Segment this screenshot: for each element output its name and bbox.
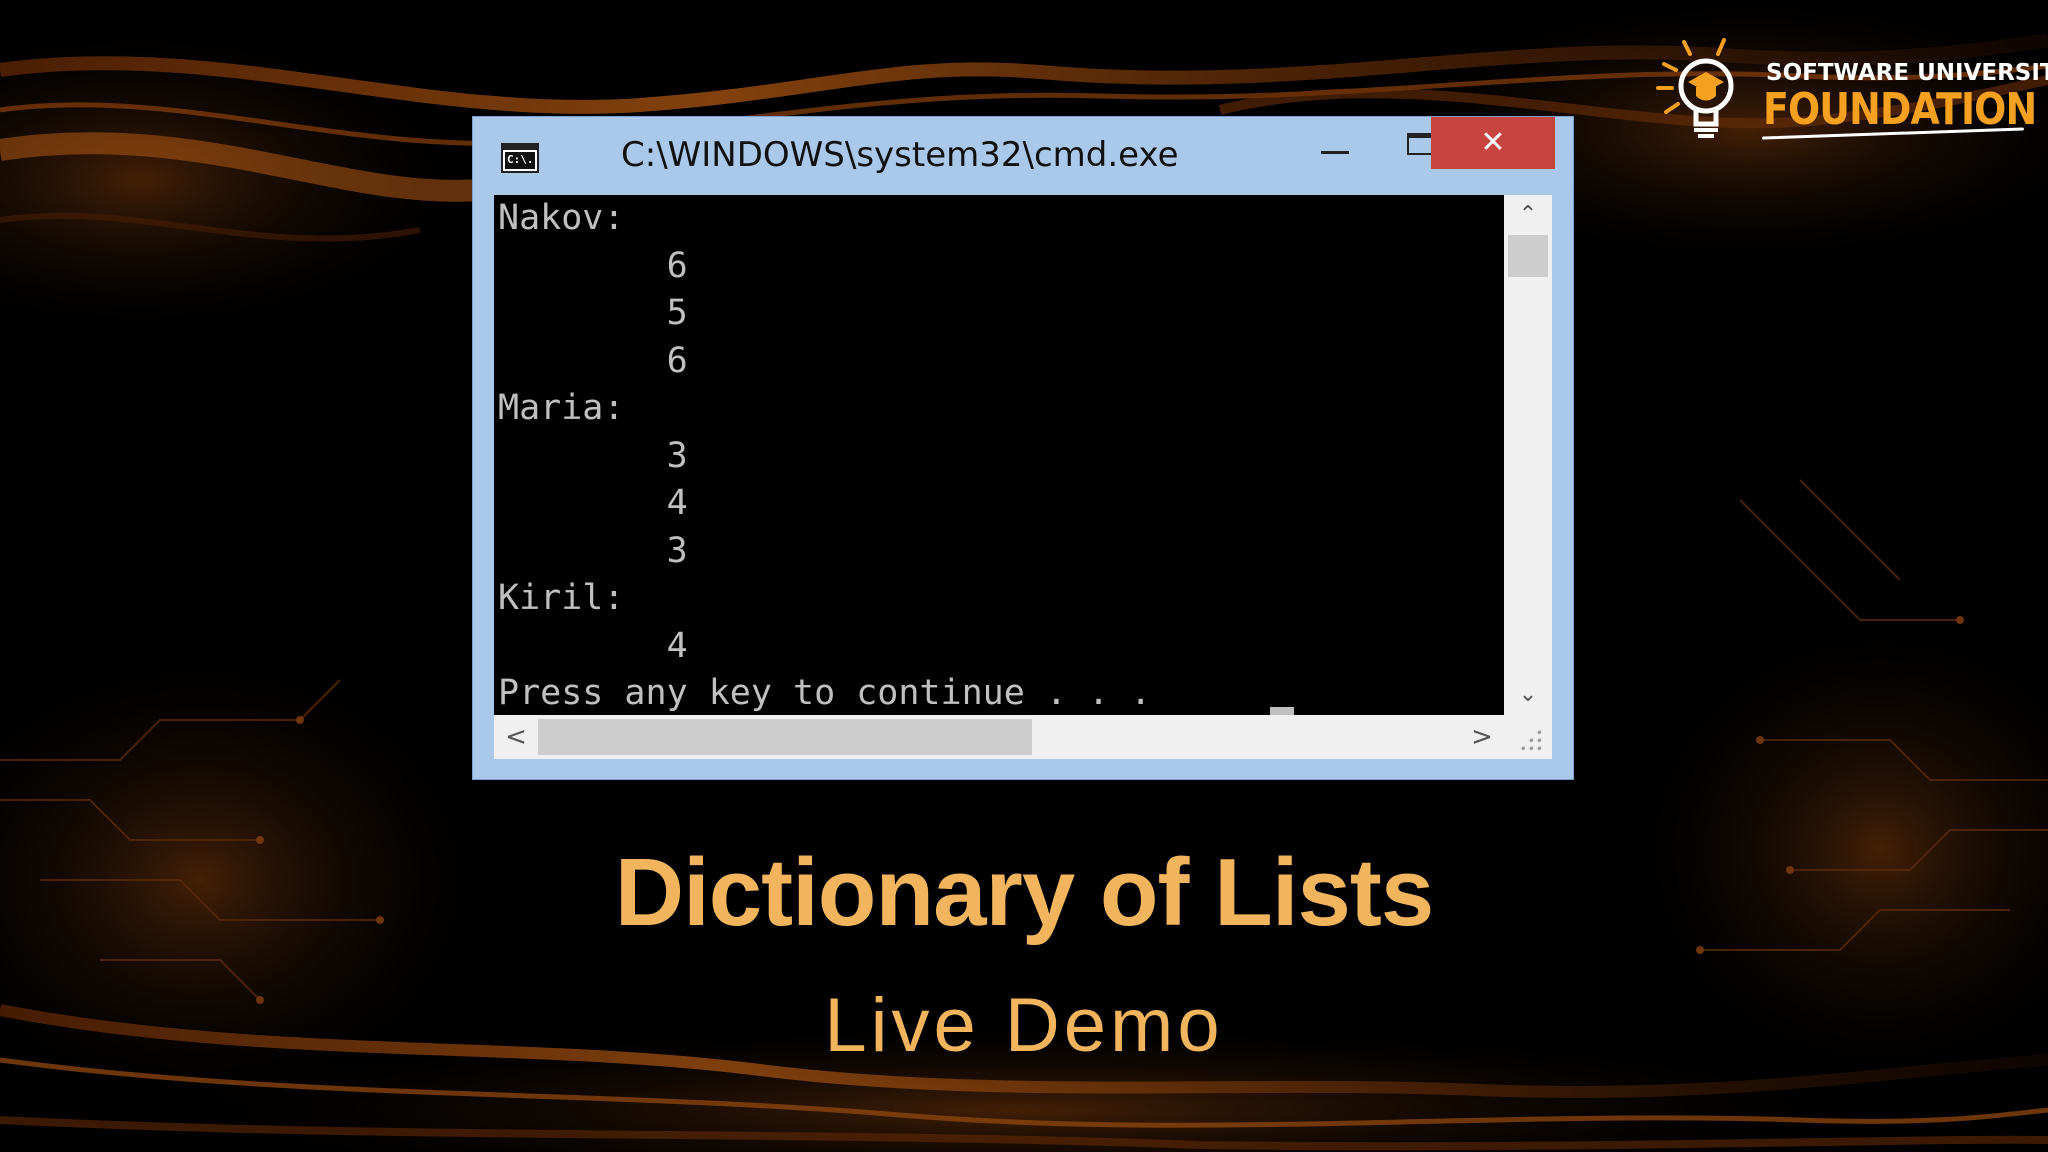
window-title: C:\WINDOWS\system32\cmd.exe (621, 135, 1179, 175)
console-line: 3 (498, 435, 688, 476)
lightbulb-graduate-icon (1656, 38, 1734, 138)
console-line: Nakov: (498, 198, 625, 238)
software-university-logo: SOFTWARE UNIVERSITY FOUNDATION (1652, 34, 2048, 160)
console-line: 4 (498, 625, 688, 666)
vertical-scroll-thumb[interactable] (1508, 235, 1548, 277)
scroll-right-arrow-icon[interactable]: > (1460, 715, 1504, 759)
console-line: 3 (498, 530, 688, 571)
console-text: Nakov: 6 5 6 Maria: 3 4 3 Kiril: 4 Press… (498, 195, 1151, 715)
scroll-left-arrow-icon[interactable]: < (494, 715, 538, 759)
scroll-down-arrow-icon[interactable]: ⌄ (1504, 675, 1552, 715)
resize-grip-icon: • •• ••• (1519, 726, 1544, 756)
console-line: 6 (498, 340, 688, 381)
slide-title: Dictionary of Lists (614, 839, 1434, 946)
console-line: Maria: (498, 388, 625, 428)
cmd-app-icon-text: C:\. (505, 152, 535, 169)
cmd-app-icon[interactable]: C:\. (501, 143, 539, 173)
console-line: Press any key to continue . . . (498, 673, 1152, 713)
console-line: Kiril: (498, 578, 625, 618)
horizontal-scroll-thumb[interactable] (538, 719, 1032, 755)
window-titlebar[interactable]: C:\. C:\WINDOWS\system32\cmd.exe ✕ (473, 117, 1573, 195)
logo-text-software-university: SOFTWARE UNIVERSITY (1766, 60, 2048, 86)
logo-text-foundation: FOUNDATION (1763, 84, 2037, 135)
minimize-button[interactable] (1293, 117, 1377, 169)
close-button[interactable]: ✕ (1431, 117, 1555, 169)
minimize-icon (1321, 151, 1349, 154)
vertical-scrollbar[interactable]: ⌃ ⌄ (1504, 195, 1552, 715)
slide-subtitle: Live Demo (824, 983, 1224, 1068)
console-line: 4 (498, 483, 688, 523)
console-line: 6 (498, 245, 688, 286)
scroll-up-arrow-icon[interactable]: ⌃ (1504, 195, 1552, 235)
resize-grip[interactable]: • •• ••• (1504, 715, 1552, 759)
console-line: 5 (498, 293, 688, 333)
text-cursor (1270, 707, 1294, 715)
cmd-window[interactable]: C:\. C:\WINDOWS\system32\cmd.exe ✕ Nakov… (472, 116, 1574, 780)
slide: SOFTWARE UNIVERSITY FOUNDATION C:\. C:\W… (0, 0, 2048, 1152)
console-output[interactable]: Nakov: 6 5 6 Maria: 3 4 3 Kiril: 4 Press… (494, 195, 1504, 715)
horizontal-scrollbar[interactable]: < > (494, 715, 1504, 759)
close-icon: ✕ (1480, 125, 1506, 160)
